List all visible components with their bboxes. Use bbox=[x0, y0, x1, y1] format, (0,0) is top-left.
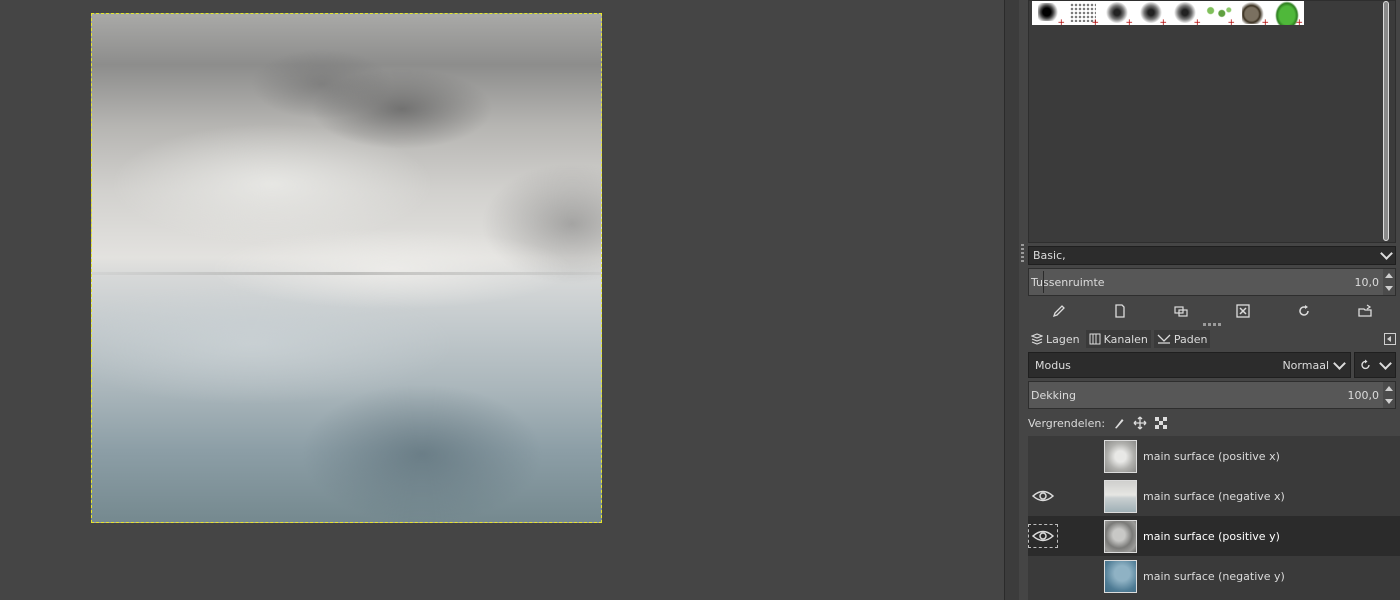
opacity-label: Dekking bbox=[1031, 388, 1076, 402]
layer-mode-row: Modus Normaal bbox=[1028, 352, 1396, 378]
brush-preset-select[interactable]: Basic, bbox=[1028, 246, 1396, 265]
refresh-icon[interactable] bbox=[1296, 303, 1312, 319]
chevron-down-icon bbox=[1379, 356, 1393, 370]
brush-thumb[interactable]: + bbox=[1236, 1, 1270, 25]
spacing-label: Tussenruimte bbox=[1031, 275, 1105, 289]
brushes-grid[interactable]: + + + + + + + + bbox=[1028, 0, 1396, 243]
increment-icon[interactable] bbox=[1385, 386, 1393, 391]
horizon bbox=[92, 272, 601, 275]
channels-icon bbox=[1089, 333, 1101, 345]
decrement-icon[interactable] bbox=[1385, 286, 1393, 291]
panel-resize-grip[interactable] bbox=[1203, 323, 1221, 326]
layer-row[interactable]: main surface (negative y) bbox=[1028, 556, 1400, 596]
layer-name[interactable]: main surface (negative y) bbox=[1143, 570, 1285, 583]
spacing-value: 10,0 bbox=[1354, 275, 1380, 289]
spin-arrows[interactable] bbox=[1383, 382, 1395, 408]
layer-thumbnail bbox=[1104, 479, 1137, 513]
spacing-spinner[interactable]: Tussenruimte 10,0 bbox=[1028, 268, 1396, 296]
brush-thumb[interactable]: + bbox=[1270, 1, 1304, 25]
layer-mode-select[interactable]: Modus Normaal bbox=[1028, 352, 1351, 378]
lock-pixels-icon[interactable] bbox=[1113, 417, 1125, 429]
right-dock: + + + + + + + + Basic, Tussenruimte 10,0 bbox=[1025, 0, 1400, 600]
tab-menu-icon[interactable] bbox=[1384, 333, 1396, 345]
brush-thumbnails: + + + + + + + + bbox=[1032, 1, 1304, 25]
tab-layers[interactable]: Lagen bbox=[1028, 330, 1083, 348]
mode-switch-button[interactable] bbox=[1354, 352, 1396, 378]
visibility-toggle[interactable] bbox=[1028, 524, 1058, 548]
layer-thumbnail bbox=[1104, 559, 1137, 593]
brush-thumb[interactable]: + bbox=[1100, 1, 1134, 25]
chevron-down-icon bbox=[1333, 356, 1346, 370]
new-brush-icon[interactable] bbox=[1112, 303, 1128, 319]
spacing-marker bbox=[1043, 271, 1044, 293]
increment-icon[interactable] bbox=[1385, 273, 1393, 278]
tab-paths-label: Paden bbox=[1173, 332, 1208, 346]
open-as-image-icon[interactable] bbox=[1357, 303, 1373, 319]
brush-preset-value: Basic, bbox=[1033, 249, 1066, 262]
brush-thumb[interactable]: + bbox=[1066, 1, 1100, 25]
layer-name[interactable]: main surface (negative x) bbox=[1143, 490, 1285, 503]
layers-dock-tabs: Lagen Kanalen Paden bbox=[1028, 329, 1396, 349]
tab-channels-label: Kanalen bbox=[1103, 332, 1148, 346]
mode-label: Modus bbox=[1035, 358, 1071, 372]
brushes-scrollbar[interactable] bbox=[1380, 1, 1392, 241]
paths-icon bbox=[1157, 334, 1171, 344]
mode-value: Normaal bbox=[1282, 358, 1329, 372]
duplicate-brush-icon[interactable] bbox=[1173, 303, 1189, 319]
layer-name[interactable]: main surface (positive x) bbox=[1143, 450, 1280, 463]
dock-drag-handle[interactable] bbox=[1021, 244, 1024, 262]
brushes-toolbar bbox=[1028, 300, 1396, 322]
layers-list[interactable]: main surface (positive x) main surface (… bbox=[1028, 436, 1400, 600]
brush-thumb[interactable]: + bbox=[1202, 1, 1236, 25]
lock-position-icon[interactable] bbox=[1133, 416, 1147, 430]
layer-thumbnail bbox=[1104, 439, 1137, 473]
image-canvas[interactable] bbox=[91, 13, 602, 523]
lock-alpha-icon[interactable] bbox=[1155, 417, 1168, 429]
edit-brush-icon[interactable] bbox=[1051, 303, 1067, 319]
image-canvas-area[interactable] bbox=[0, 0, 1004, 600]
layer-row[interactable]: main surface (positive y) bbox=[1028, 516, 1400, 556]
opacity-spinner[interactable]: Dekking 100,0 bbox=[1028, 381, 1396, 409]
visibility-toggle[interactable] bbox=[1028, 444, 1058, 468]
layer-thumbnail bbox=[1104, 519, 1137, 553]
visibility-toggle[interactable] bbox=[1028, 484, 1058, 508]
layer-row[interactable]: main surface (positive x) bbox=[1028, 436, 1400, 476]
brush-thumb[interactable]: + bbox=[1134, 1, 1168, 25]
layer-row[interactable]: main surface (negative x) bbox=[1028, 476, 1400, 516]
lock-label: Vergrendelen: bbox=[1028, 416, 1106, 430]
layers-icon bbox=[1031, 333, 1043, 345]
opacity-value: 100,0 bbox=[1347, 388, 1380, 402]
reset-icon bbox=[1361, 359, 1370, 370]
eye-icon bbox=[1032, 530, 1054, 542]
spin-arrows[interactable] bbox=[1383, 269, 1395, 295]
decrement-icon[interactable] bbox=[1385, 399, 1393, 404]
layer-name[interactable]: main surface (positive y) bbox=[1143, 530, 1280, 543]
delete-brush-icon[interactable] bbox=[1235, 303, 1251, 319]
scrollbar-thumb[interactable] bbox=[1383, 1, 1389, 241]
brush-thumb[interactable]: + bbox=[1168, 1, 1202, 25]
chevron-down-icon bbox=[1380, 247, 1393, 260]
dock-separator[interactable] bbox=[1004, 0, 1019, 600]
tab-layers-label: Lagen bbox=[1046, 332, 1080, 346]
eye-icon bbox=[1032, 490, 1054, 502]
tab-channels[interactable]: Kanalen bbox=[1085, 330, 1151, 348]
lock-row: Vergrendelen: bbox=[1028, 413, 1396, 433]
tab-paths[interactable]: Paden bbox=[1153, 330, 1211, 348]
brush-thumb[interactable]: + bbox=[1032, 1, 1066, 25]
visibility-toggle[interactable] bbox=[1028, 564, 1058, 588]
